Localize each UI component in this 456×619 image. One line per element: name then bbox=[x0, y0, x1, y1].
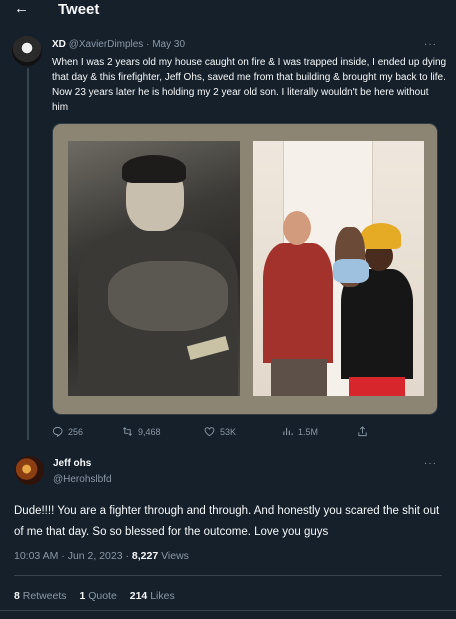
tweet-text: When I was 2 years old my house caught o… bbox=[52, 57, 447, 113]
like-button[interactable]: 53K bbox=[204, 426, 236, 437]
author-name[interactable]: Jeff ohs bbox=[53, 458, 91, 470]
tweet-stats: 8 Retweets 1 Quote 214 Likes bbox=[14, 589, 185, 603]
quotes-label: Quote bbox=[85, 590, 117, 602]
more-options-icon[interactable]: ··· bbox=[424, 39, 437, 50]
reply-count: 256 bbox=[68, 426, 84, 437]
views-count: 8,227 bbox=[131, 550, 159, 562]
tweet-date[interactable]: May 30 bbox=[152, 39, 185, 50]
arrow-left-icon[interactable]: ← bbox=[14, 0, 29, 18]
top-bar: ← Tweet bbox=[0, 0, 456, 22]
divider bbox=[0, 610, 456, 611]
tweet-timestamp[interactable]: 10:03 AM · Jun 2, 2023 · bbox=[14, 550, 132, 562]
share-icon bbox=[358, 426, 367, 437]
views-count: 1.5M bbox=[298, 426, 319, 437]
avatar[interactable] bbox=[15, 456, 44, 485]
retweets-label: Retweets bbox=[19, 590, 67, 602]
reply-button[interactable]: 256 bbox=[52, 426, 83, 437]
page-title: Tweet bbox=[58, 1, 100, 18]
author-name[interactable]: XD bbox=[52, 39, 66, 50]
divider bbox=[14, 575, 442, 576]
family-photo[interactable] bbox=[253, 141, 424, 396]
thread-line bbox=[27, 68, 29, 440]
tweet-text: Dude!!!! You are a fighter through and t… bbox=[14, 505, 440, 538]
quotes-stat[interactable]: 1 Quote bbox=[79, 590, 116, 602]
likes-stat[interactable]: 214 Likes bbox=[130, 590, 175, 602]
firefighter-photo[interactable] bbox=[68, 141, 240, 396]
likes-count: 214 bbox=[129, 590, 148, 602]
retweet-button[interactable]: 9,468 bbox=[122, 426, 161, 437]
like-count: 53K bbox=[220, 426, 237, 437]
avatar[interactable] bbox=[12, 36, 42, 66]
share-button[interactable] bbox=[357, 426, 368, 437]
tweet-meta: 10:03 AM · Jun 2, 2023 · 8,227 Views bbox=[14, 549, 189, 563]
retweet-icon bbox=[123, 427, 132, 436]
retweets-stat[interactable]: 8 Retweets bbox=[14, 590, 67, 602]
heart-icon bbox=[204, 427, 215, 437]
author-handle[interactable]: @XavierDimples bbox=[69, 39, 144, 50]
reply-icon bbox=[52, 426, 63, 437]
likes-label: Likes bbox=[147, 590, 175, 602]
views-label: Views bbox=[158, 550, 189, 562]
tweet-actions: 256 9,468 53K 1.5M bbox=[52, 426, 392, 440]
bar-chart-icon bbox=[283, 427, 293, 436]
tweet-media[interactable] bbox=[52, 123, 438, 415]
more-options-icon[interactable]: ··· bbox=[424, 458, 437, 469]
author-handle[interactable]: @Herohslbfd bbox=[53, 474, 112, 486]
views-button[interactable]: 1.5M bbox=[282, 426, 318, 437]
retweet-count: 9,468 bbox=[138, 426, 161, 437]
tweet-header: XD @XavierDimples · May 30 bbox=[52, 39, 185, 51]
separator: · bbox=[146, 39, 150, 50]
